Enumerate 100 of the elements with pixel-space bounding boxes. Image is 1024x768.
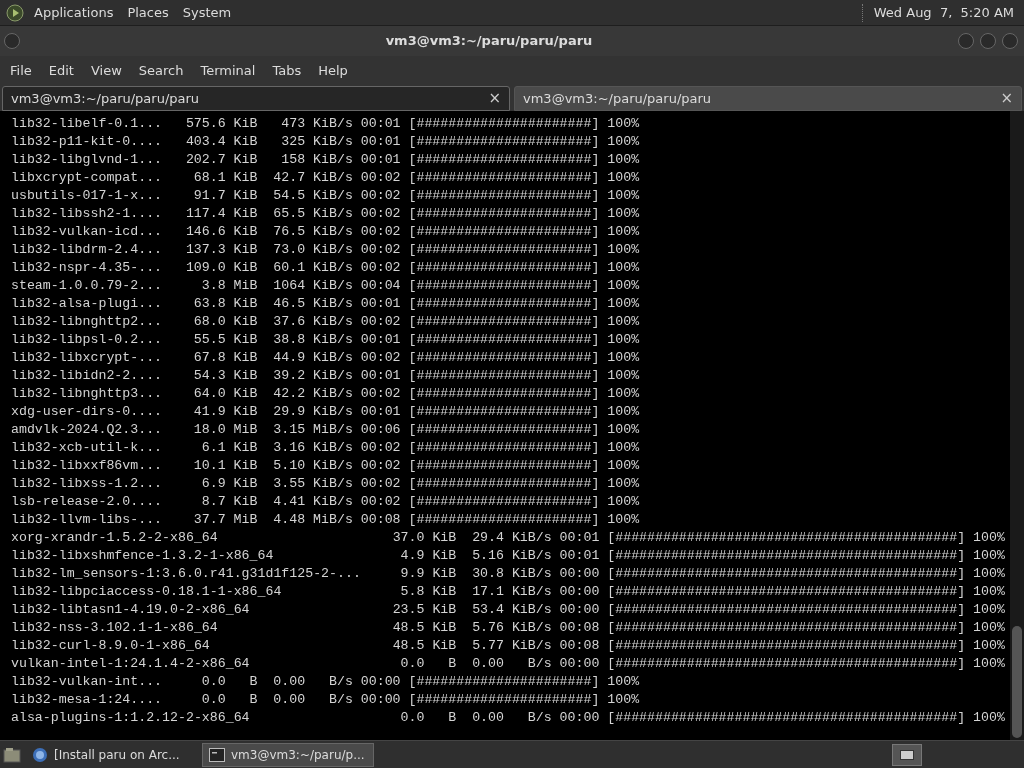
minimize-button[interactable] xyxy=(958,33,974,49)
menu-item[interactable]: File xyxy=(4,60,38,81)
file-size: 6.1 xyxy=(201,439,226,457)
tab[interactable]: vm3@vm3:~/paru/paru/paru × xyxy=(2,86,510,111)
percent-text: 100% xyxy=(607,313,640,331)
transfer-rate: 60.1 xyxy=(273,259,306,277)
taskbar-button[interactable]: vm3@vm3:~/paru/p... xyxy=(202,742,374,767)
progress-text: [###########################################] xyxy=(607,565,966,583)
elapsed-time: 00:02 xyxy=(360,475,401,493)
rate-unit: KiB/s xyxy=(313,403,353,421)
elapsed-time: 00:02 xyxy=(360,457,401,475)
size-unit: MiB xyxy=(233,511,258,529)
rate-unit: KiB/s xyxy=(313,457,353,475)
panel-menu[interactable]: System xyxy=(182,2,232,23)
transfer-rate: 3.16 xyxy=(273,439,306,457)
percent-text: 100% xyxy=(973,547,1005,565)
size-unit: KiB xyxy=(432,583,457,601)
rate-unit: B/s xyxy=(329,691,353,709)
workspace-switcher[interactable] xyxy=(892,743,922,766)
rate-unit: KiB/s xyxy=(511,619,552,637)
percent-text: 100% xyxy=(607,295,640,313)
file-size: 0.0 xyxy=(201,673,226,691)
percent-text: 100% xyxy=(607,691,640,709)
percent-text: 100% xyxy=(607,259,640,277)
package-name: lib32-p11-kit-0.... xyxy=(11,133,163,151)
percent-text: 100% xyxy=(607,511,640,529)
size-unit: KiB xyxy=(233,313,258,331)
elapsed-time: 00:00 xyxy=(360,673,401,691)
file-size: 137.3 xyxy=(185,241,226,259)
progress-text: [######################] xyxy=(408,691,600,709)
menu-item[interactable]: Help xyxy=(312,60,354,81)
panel-menu[interactable]: Places xyxy=(127,2,169,23)
tab[interactable]: vm3@vm3:~/paru/paru/paru × xyxy=(514,86,1022,111)
tab-close-button[interactable]: × xyxy=(1000,87,1013,110)
percent-text: 100% xyxy=(973,583,1005,601)
transfer-rate: 0.00 xyxy=(472,655,504,673)
package-name: lib32-nspr-4.35-... xyxy=(11,259,163,277)
menu-item[interactable]: Edit xyxy=(42,60,80,81)
transfer-rate: 4.41 xyxy=(273,493,306,511)
file-size: 9.9 xyxy=(400,565,425,583)
scrollbar-thumb[interactable] xyxy=(1012,626,1022,738)
percent-text: 100% xyxy=(973,529,1005,547)
maximize-button[interactable] xyxy=(980,33,996,49)
rate-unit: KiB/s xyxy=(313,205,353,223)
rate-unit: KiB/s xyxy=(313,223,353,241)
terminal-icon xyxy=(209,747,225,762)
progress-text: [######################] xyxy=(408,457,600,475)
size-unit: B xyxy=(448,655,457,673)
transfer-rate: 42.7 xyxy=(273,169,306,187)
transfer-rate: 158 xyxy=(281,151,306,169)
elapsed-time: 00:02 xyxy=(360,493,401,511)
file-size: 109.0 xyxy=(185,259,226,277)
close-button[interactable] xyxy=(1002,33,1018,49)
package-name: alsa-plugins-1:1.2.12-2-x86_64 xyxy=(11,709,250,727)
transfer-rate: 46.5 xyxy=(273,295,306,313)
file-size: 202.7 xyxy=(185,151,226,169)
elapsed-time: 00:02 xyxy=(360,313,401,331)
rate-unit: KiB/s xyxy=(313,385,353,403)
percent-text: 100% xyxy=(973,709,1005,727)
menu-item[interactable]: Tabs xyxy=(266,60,308,81)
package-name: lib32-libxxf86vm... xyxy=(11,457,163,475)
panel-menu[interactable]: Applications xyxy=(34,2,114,23)
transfer-rate: 3.15 xyxy=(273,421,306,439)
size-unit: KiB xyxy=(233,493,258,511)
progress-text: [######################] xyxy=(408,475,600,493)
transfer-rate: 1064 xyxy=(273,277,306,295)
rate-unit: KiB/s xyxy=(313,133,353,151)
file-size: 55.5 xyxy=(193,331,226,349)
percent-text: 100% xyxy=(607,187,640,205)
elapsed-time: 00:02 xyxy=(360,349,401,367)
clock[interactable]: Wed Aug 7, 5:20 AM xyxy=(873,2,1018,23)
elapsed-time: 00:02 xyxy=(360,385,401,403)
file-size: 91.7 xyxy=(193,187,226,205)
file-size: 3.8 xyxy=(201,277,226,295)
elapsed-time: 00:01 xyxy=(360,151,401,169)
elapsed-time: 00:08 xyxy=(559,619,600,637)
progress-text: [######################] xyxy=(408,511,600,529)
package-name: usbutils-017-1-x... xyxy=(11,187,163,205)
app-menu-icon[interactable] xyxy=(6,3,24,22)
rate-unit: KiB/s xyxy=(313,349,353,367)
window-menu-button[interactable] xyxy=(4,33,20,49)
file-size: 10.1 xyxy=(193,457,226,475)
menu-item[interactable]: Search xyxy=(132,60,190,81)
rate-unit: KiB/s xyxy=(511,601,552,619)
rate-unit: KiB/s xyxy=(313,259,353,277)
menu-item[interactable]: Terminal xyxy=(194,60,262,81)
progress-text: [######################] xyxy=(408,241,600,259)
elapsed-time: 00:02 xyxy=(360,223,401,241)
tab-close-button[interactable]: × xyxy=(488,87,501,110)
size-unit: KiB xyxy=(233,295,258,313)
tab-label: vm3@vm3:~/paru/paru/paru xyxy=(11,89,201,108)
package-name: steam-1.0.0.79-2... xyxy=(11,277,163,295)
package-name: lib32-libnghttp3... xyxy=(11,385,163,403)
transfer-rate: 5.77 xyxy=(472,637,504,655)
file-size: 23.5 xyxy=(392,601,425,619)
scrollbar[interactable] xyxy=(1010,111,1024,740)
rate-unit: KiB/s xyxy=(511,529,552,547)
menu-item[interactable]: View xyxy=(84,60,128,81)
size-unit: KiB xyxy=(233,349,258,367)
progress-text: [######################] xyxy=(408,205,600,223)
